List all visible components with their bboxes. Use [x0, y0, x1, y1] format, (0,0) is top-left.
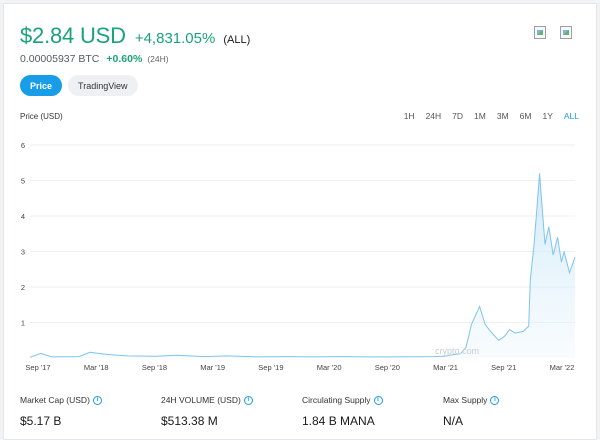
range-1m[interactable]: 1M [474, 111, 486, 121]
market-stats: Market Cap (USD) i $5.17 B 24H VOLUME (U… [20, 395, 590, 428]
stat-label: Max Supply [443, 395, 488, 405]
range-24h[interactable]: 24H [426, 111, 442, 121]
range-3m[interactable]: 3M [497, 111, 509, 121]
chart-axis-label: Price (USD) [20, 112, 63, 121]
range-7d[interactable]: 7D [452, 111, 463, 121]
info-icon[interactable]: i [373, 395, 383, 405]
range-1y[interactable]: 1Y [542, 111, 552, 121]
broken-image-icon[interactable] [534, 26, 546, 39]
stat-value: 1.84 B MANA [302, 414, 375, 428]
range-6m[interactable]: 6M [520, 111, 532, 121]
chart-view-tabs: Price TradingView [20, 75, 138, 96]
stat-max-supply: Max Supply i N/A [443, 395, 584, 428]
btc-price: 0.00005937 BTC [20, 53, 100, 65]
range-1h[interactable]: 1H [404, 111, 415, 121]
stat-value: N/A [443, 414, 464, 428]
price-period: (ALL) [223, 34, 251, 46]
stat-24h-volume: 24H VOLUME (USD) i $513.38 M [161, 395, 302, 428]
stat-circulating-supply: Circulating Supply i 1.84 B MANA [302, 395, 443, 428]
range-all[interactable]: ALL [564, 111, 579, 121]
price-change: +4,831.05% [134, 30, 216, 47]
price-card: $2.84 USD +4,831.05% (ALL) 0.00005937 BT… [3, 3, 597, 440]
stat-value: $5.17 B [20, 414, 62, 428]
current-price: $2.84 USD [20, 23, 126, 48]
btc-price-row: 0.00005937 BTC +0.60% (24H) [20, 53, 169, 65]
tab-price[interactable]: Price [20, 75, 63, 96]
tab-tradingview[interactable]: TradingView [68, 75, 138, 96]
info-icon[interactable]: i [92, 395, 102, 405]
stat-value: $513.38 M [161, 414, 218, 428]
stat-market-cap: Market Cap (USD) i $5.17 B [20, 395, 161, 428]
stat-label: 24H VOLUME (USD) [161, 395, 241, 405]
btc-period: (24H) [147, 54, 169, 64]
stat-label: Market Cap (USD) [20, 395, 90, 405]
info-icon[interactable]: i [243, 395, 253, 405]
btc-change: +0.60% [106, 53, 143, 65]
time-range-selector: 1H 24H 7D 1M 3M 6M 1Y ALL [404, 111, 579, 121]
price-header: $2.84 USD +4,831.05% (ALL) [20, 23, 250, 49]
info-icon[interactable]: i [490, 395, 500, 405]
broken-image-icon[interactable] [560, 26, 572, 39]
stat-label: Circulating Supply [302, 395, 371, 405]
